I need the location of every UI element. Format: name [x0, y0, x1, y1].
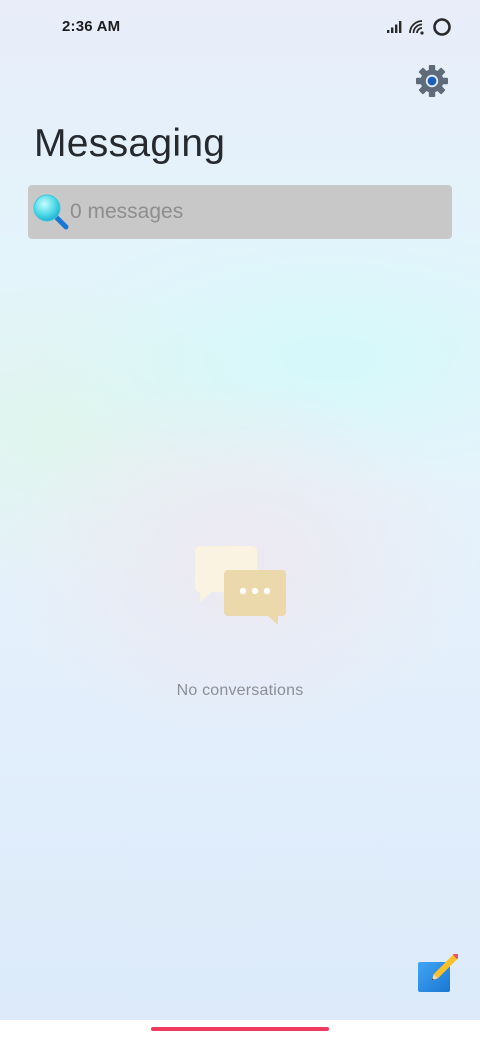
search-input[interactable]	[70, 185, 440, 239]
page-title: Messaging	[34, 122, 226, 165]
search-icon	[33, 194, 69, 230]
status-time: 2:36 AM	[62, 18, 121, 35]
bottom-bar	[0, 1020, 480, 1040]
status-icons	[386, 16, 452, 38]
status-bar: 2:36 AM	[0, 0, 480, 56]
compose-button[interactable]	[418, 952, 460, 994]
signal-icon	[386, 20, 402, 34]
settings-button[interactable]	[414, 63, 450, 99]
empty-state: No conversations	[0, 540, 480, 700]
compose-icon	[418, 952, 460, 992]
wifi-icon	[408, 19, 426, 35]
search-bar[interactable]	[28, 185, 452, 239]
empty-state-text: No conversations	[176, 682, 304, 699]
chat-bubbles-icon	[195, 546, 286, 625]
gear-icon	[416, 65, 448, 97]
home-indicator[interactable]	[151, 1027, 329, 1031]
circle-status-icon	[432, 17, 452, 37]
